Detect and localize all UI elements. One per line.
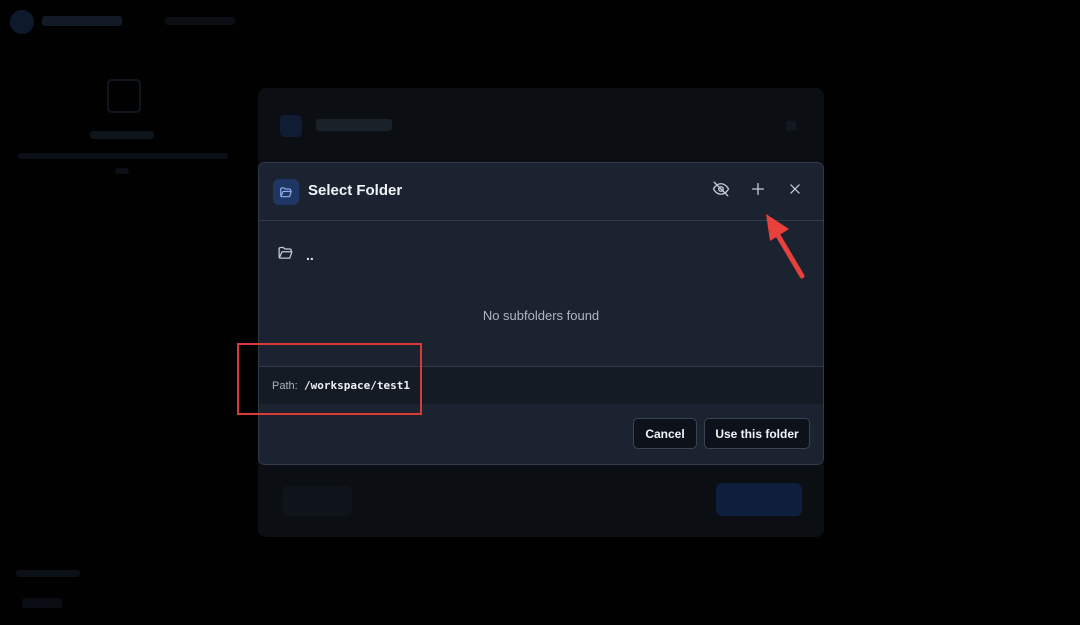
app-logo	[10, 10, 34, 34]
eye-off-icon	[712, 180, 730, 203]
sidebar-text-placeholder	[18, 153, 228, 159]
cancel-button[interactable]: Cancel	[633, 418, 697, 449]
dialog-header: Select Folder	[259, 163, 823, 221]
select-folder-dialog: Select Folder .. No subfolders found Pat…	[258, 162, 824, 465]
background-back-button	[282, 486, 352, 516]
sidebar-footer-placeholder	[22, 598, 62, 608]
app-name-placeholder	[42, 16, 122, 26]
folder-open-icon	[273, 179, 299, 205]
path-highlight-annotation	[237, 343, 422, 415]
close-button[interactable]	[784, 180, 806, 202]
background-primary-button	[716, 483, 802, 516]
close-icon	[788, 182, 802, 201]
folder-open-icon	[277, 244, 294, 266]
toggle-hidden-button[interactable]	[710, 180, 732, 202]
parent-folder-label: ..	[306, 247, 314, 263]
app-nav-placeholder	[165, 17, 235, 25]
sidebar-heading-placeholder	[90, 131, 154, 139]
sidebar-text-placeholder	[115, 168, 129, 174]
parent-folder-item[interactable]: ..	[277, 237, 397, 273]
sidebar-empty-icon	[107, 79, 141, 113]
background-dialog-icon	[280, 115, 302, 137]
use-this-folder-button[interactable]: Use this folder	[704, 418, 810, 449]
sidebar-footer-placeholder	[16, 570, 80, 577]
plus-icon	[750, 181, 766, 202]
arrow-annotation-icon	[766, 214, 805, 279]
dialog-title: Select Folder	[308, 182, 403, 199]
empty-message: No subfolders found	[482, 308, 600, 323]
background-close-icon	[786, 121, 796, 131]
background-dialog-title	[316, 119, 392, 131]
new-folder-button[interactable]	[747, 180, 769, 202]
